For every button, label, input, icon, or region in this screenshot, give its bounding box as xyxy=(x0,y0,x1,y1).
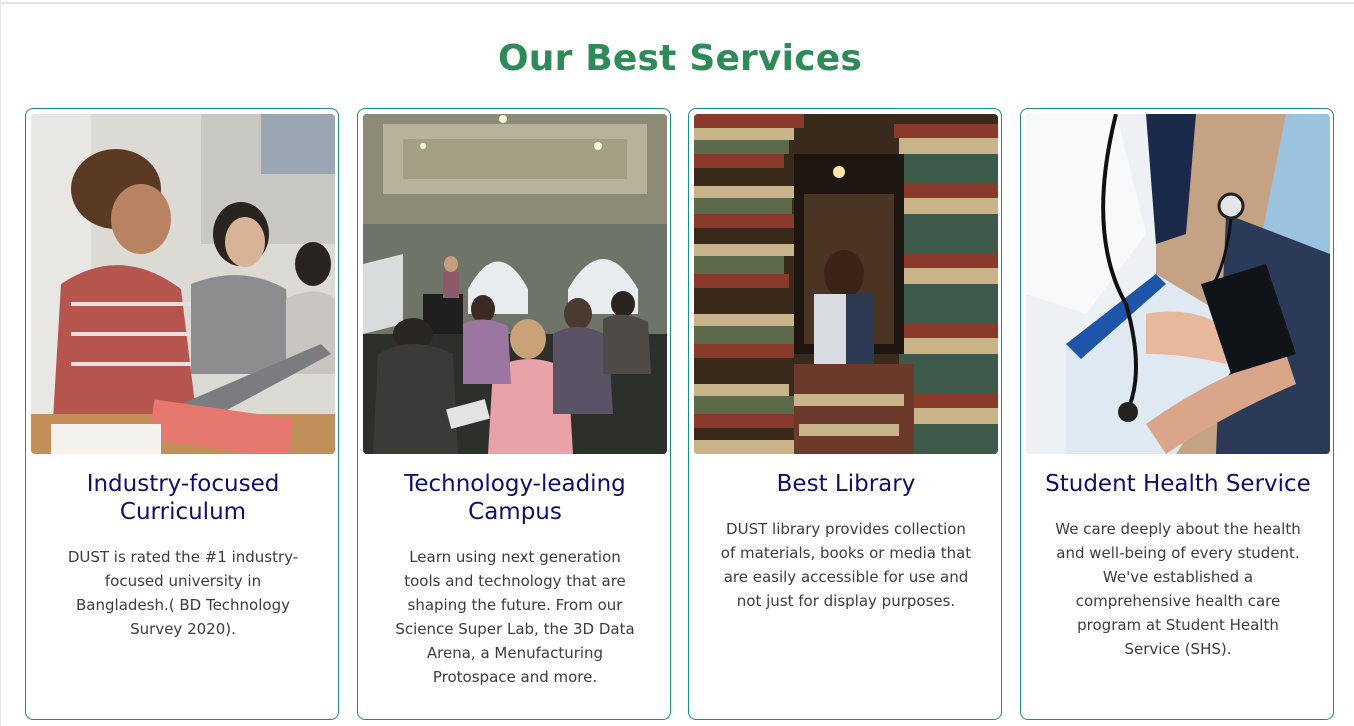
card-title: Best Library xyxy=(776,471,916,497)
card-title: Industry-focused Curriculum xyxy=(86,471,280,525)
service-card-library: Best Library DUST library provides colle… xyxy=(688,108,1002,720)
service-card-health: Student Health Service We care deeply ab… xyxy=(1020,108,1334,720)
students-with-laptop-photo xyxy=(31,114,335,454)
classroom-lecture-photo xyxy=(363,114,667,454)
card-description: DUST is rated the #1 industry-focused un… xyxy=(67,548,299,638)
card-title: Technology-leading Campus xyxy=(404,471,626,525)
service-card-curriculum: Industry-focused Curriculum DUST is rate… xyxy=(25,108,339,720)
card-title: Student Health Service xyxy=(1045,471,1311,497)
service-card-campus: Technology-leading Campus Learn using ne… xyxy=(357,108,671,720)
library-books-photo xyxy=(694,114,998,454)
left-border xyxy=(0,0,1,726)
blood-pressure-check-photo xyxy=(1026,114,1330,454)
section-title: Our Best Services xyxy=(497,38,863,79)
card-description: Learn using next generation tools and te… xyxy=(395,548,635,686)
top-divider xyxy=(0,2,1354,4)
card-description: We care deeply about the health and well… xyxy=(1055,520,1301,658)
card-description: DUST library provides collection of mate… xyxy=(720,520,972,610)
